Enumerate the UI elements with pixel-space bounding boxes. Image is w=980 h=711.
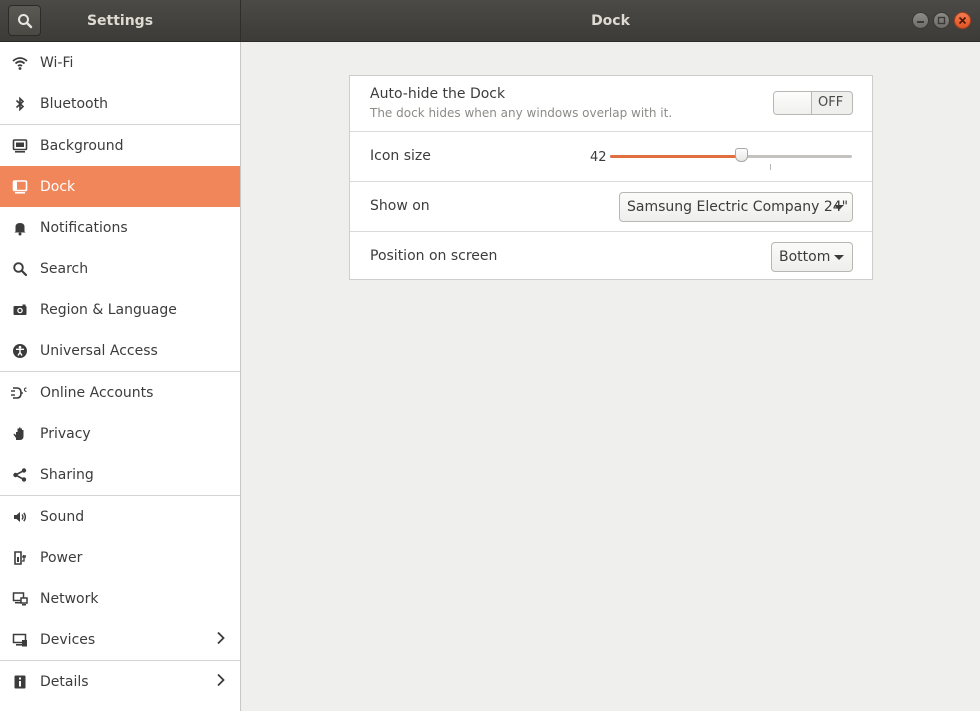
sidebar-item-devices[interactable]: Devices	[0, 619, 240, 660]
bell-icon	[10, 218, 30, 238]
share-icon	[10, 465, 30, 485]
bluetooth-icon	[10, 94, 30, 114]
dropdown-arrow-icon	[834, 205, 844, 210]
icon-size-label: Icon size	[370, 148, 431, 164]
autohide-description: The dock hides when any windows overlap …	[370, 106, 673, 120]
network-icon	[10, 589, 30, 609]
hand-icon	[10, 424, 30, 444]
sidebar-item-background[interactable]: Background	[0, 125, 240, 166]
sidebar-item-privacy[interactable]: Privacy	[0, 413, 240, 454]
search-icon	[17, 13, 32, 28]
sidebar-item-label: Search	[40, 260, 89, 277]
position-row: Position on screen Bottom	[350, 232, 872, 280]
chevron-right-icon	[217, 673, 225, 687]
show-on-label: Show on	[370, 198, 430, 214]
slider-handle[interactable]	[735, 148, 748, 162]
search-button[interactable]	[8, 5, 41, 36]
sidebar-header: Settings	[0, 0, 241, 42]
sidebar-item-sharing[interactable]: Sharing	[0, 454, 240, 495]
sidebar-item-wifi[interactable]: Wi-Fi	[0, 42, 240, 83]
autohide-label: Auto-hide the Dock	[370, 86, 506, 102]
dock-icon	[10, 177, 30, 197]
close-icon	[958, 16, 967, 25]
dropdown-arrow-icon	[834, 255, 844, 260]
close-button[interactable]	[954, 12, 971, 29]
sidebar-item-label: Bluetooth	[40, 95, 108, 112]
sidebar: Wi-Fi Bluetooth Background Dock Notifica…	[0, 42, 241, 711]
sidebar-item-details[interactable]: Details	[0, 661, 240, 702]
sidebar-item-universal-access[interactable]: Universal Access	[0, 330, 240, 371]
slider-fill	[610, 155, 741, 158]
sidebar-item-online-accounts[interactable]: Online Accounts	[0, 372, 240, 413]
sidebar-item-label: Network	[40, 590, 99, 607]
sidebar-item-label: Universal Access	[40, 342, 158, 359]
sidebar-item-label: Wi-Fi	[40, 54, 74, 71]
sidebar-item-label: Devices	[40, 631, 96, 648]
wifi-icon	[10, 53, 30, 73]
sidebar-item-network[interactable]: Network	[0, 578, 240, 619]
sidebar-item-search[interactable]: Search	[0, 248, 240, 289]
power-plug-icon	[10, 548, 30, 568]
toggle-knob	[774, 92, 812, 114]
sidebar-item-label: Sharing	[40, 466, 94, 483]
slider-mark	[770, 164, 771, 170]
accessibility-icon	[10, 341, 30, 361]
header-bar: Settings Dock	[0, 0, 980, 42]
camera-icon	[10, 300, 30, 320]
speaker-icon	[10, 507, 30, 527]
sidebar-item-label: Notifications	[40, 219, 128, 236]
autohide-row: Auto-hide the Dock The dock hides when a…	[350, 76, 872, 131]
sidebar-item-label: Online Accounts	[40, 384, 154, 401]
sidebar-item-label: Privacy	[40, 425, 91, 442]
sidebar-item-dock[interactable]: Dock	[0, 166, 240, 207]
sidebar-item-label: Region & Language	[40, 301, 177, 318]
sidebar-item-label: Details	[40, 673, 89, 690]
devices-icon	[10, 630, 30, 650]
icon-size-slider[interactable]	[610, 146, 852, 170]
page-title: Dock	[591, 13, 630, 29]
autohide-toggle[interactable]: OFF	[773, 91, 853, 115]
show-on-row: Show on Samsung Electric Company 24"	[350, 182, 872, 231]
minimize-icon	[917, 21, 924, 23]
search-icon	[10, 259, 30, 279]
show-on-dropdown[interactable]: Samsung Electric Company 24"	[619, 192, 853, 222]
position-label: Position on screen	[370, 248, 498, 264]
sidebar-item-label: Dock	[40, 178, 76, 195]
chevron-right-icon	[217, 631, 225, 645]
sidebar-title: Settings	[86, 13, 154, 29]
sidebar-item-label: Background	[40, 137, 124, 154]
minimize-button[interactable]	[912, 12, 929, 29]
icon-size-value: 42	[590, 150, 607, 165]
dock-settings-content: Auto-hide the Dock The dock hides when a…	[243, 42, 980, 711]
sidebar-item-label: Power	[40, 549, 83, 566]
sidebar-item-power[interactable]: Power	[0, 537, 240, 578]
settings-window: Settings Dock Wi-Fi Bluetooth Background…	[0, 0, 980, 711]
sidebar-item-region-language[interactable]: Region & Language	[0, 289, 240, 330]
dock-settings-panel: Auto-hide the Dock The dock hides when a…	[349, 75, 873, 280]
sidebar-item-sound[interactable]: Sound	[0, 496, 240, 537]
show-on-selected: Samsung Electric Company 24"	[627, 199, 849, 215]
maximize-button[interactable]	[933, 12, 950, 29]
position-dropdown[interactable]: Bottom	[771, 242, 853, 272]
online-accounts-icon	[10, 383, 30, 403]
position-selected: Bottom	[779, 249, 831, 265]
sidebar-item-notifications[interactable]: Notifications	[0, 207, 240, 248]
background-icon	[10, 136, 30, 156]
window-controls	[912, 12, 971, 29]
icon-size-row: Icon size 42	[350, 132, 872, 181]
sidebar-item-bluetooth[interactable]: Bluetooth	[0, 83, 240, 124]
toggle-state-label: OFF	[818, 95, 844, 110]
maximize-icon	[937, 16, 946, 25]
sidebar-item-label: Sound	[40, 508, 85, 525]
info-icon	[10, 672, 30, 692]
